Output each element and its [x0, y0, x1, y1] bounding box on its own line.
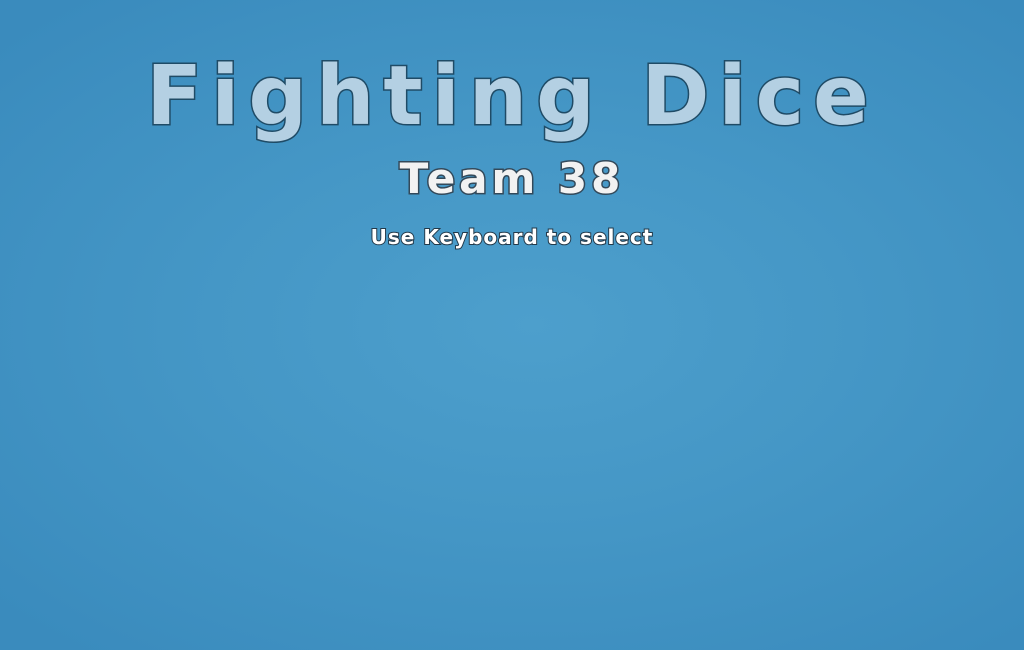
game-title: Fighting Dice: [145, 49, 878, 144]
instruction-text: Use Keyboard to select: [370, 224, 654, 250]
title-screen: Fighting Dice Team 38 Use Keyboard to se…: [0, 0, 1024, 650]
team-name: Team 38: [398, 154, 625, 203]
